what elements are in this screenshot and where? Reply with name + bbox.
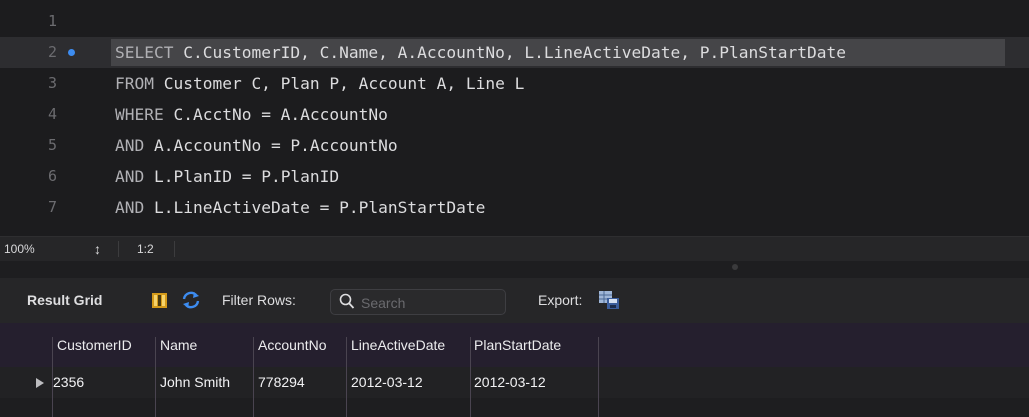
code-text: WHERE C.AcctNo = A.AccountNo — [115, 105, 388, 124]
result-toolbar: Result Grid Filter Rows: Export: — [0, 278, 1029, 323]
line-number: 7 — [47, 198, 57, 216]
column-header-name[interactable]: Name — [160, 323, 197, 367]
search-icon — [339, 293, 355, 315]
editor-line[interactable]: 1 — [0, 6, 1029, 37]
code-text: AND L.LineActiveDate = P.PlanStartDate — [115, 198, 486, 217]
column-divider — [470, 337, 471, 417]
code-text: AND L.PlanID = P.PlanID — [115, 167, 340, 186]
line-number: 4 — [47, 105, 57, 123]
cell-customerid[interactable]: 2356 — [53, 367, 84, 398]
column-divider — [253, 337, 254, 417]
column-header-lineactivedate[interactable]: LineActiveDate — [351, 323, 445, 367]
result-grid[interactable]: CustomerID Name AccountNo LineActiveDate… — [0, 323, 1029, 417]
filter-search-box[interactable] — [330, 289, 506, 315]
line-number: 1 — [47, 12, 57, 30]
cursor-position: 1:2 — [137, 242, 154, 256]
line-number: 6 — [47, 167, 57, 185]
sql-editor[interactable]: 1 2 SELECT C.CustomerID, C.Name, A.Accou… — [0, 0, 1029, 236]
statement-marker-icon — [68, 49, 75, 56]
editor-line[interactable]: 4 WHERE C.AcctNo = A.AccountNo — [0, 99, 1029, 130]
line-number: 2 — [47, 43, 57, 61]
zoom-level[interactable]: 100% — [4, 237, 35, 261]
line-number: 5 — [47, 136, 57, 154]
cell-planstartdate[interactable]: 2012-03-12 — [474, 367, 546, 398]
status-divider — [174, 241, 175, 257]
column-divider — [155, 337, 156, 417]
column-divider — [598, 337, 599, 417]
editor-line[interactable]: 3 FROM Customer C, Plan P, Account A, Li… — [0, 68, 1029, 99]
export-label: Export: — [538, 292, 583, 308]
column-header-planstartdate[interactable]: PlanStartDate — [474, 323, 561, 367]
status-divider — [118, 241, 119, 257]
column-divider — [52, 337, 53, 417]
grid-layout-icon[interactable] — [151, 292, 168, 314]
editor-status-bar: 100% ↕ 1:2 — [0, 236, 1029, 261]
search-input[interactable] — [359, 292, 503, 314]
cell-accountno[interactable]: 778294 — [258, 367, 305, 398]
column-divider — [346, 337, 347, 417]
code-text: FROM Customer C, Plan P, Account A, Line… — [115, 74, 525, 93]
column-header-accountno[interactable]: AccountNo — [258, 323, 326, 367]
filter-rows-label: Filter Rows: — [222, 292, 296, 308]
editor-line-active[interactable]: 2 SELECT C.CustomerID, C.Name, A.Account… — [0, 37, 1029, 68]
cell-lineactivedate[interactable]: 2012-03-12 — [351, 367, 423, 398]
editor-line[interactable]: 6 AND L.PlanID = P.PlanID — [0, 161, 1029, 192]
cell-name[interactable]: John Smith — [160, 367, 230, 398]
editor-line[interactable]: 5 AND A.AccountNo = P.AccountNo — [0, 130, 1029, 161]
pane-splitter[interactable] — [0, 261, 1029, 278]
export-icon[interactable] — [598, 290, 620, 315]
result-grid-label: Result Grid — [27, 292, 103, 308]
refresh-icon[interactable] — [181, 291, 201, 314]
code-text: SELECT C.CustomerID, C.Name, A.AccountNo… — [115, 43, 846, 62]
column-header-customerid[interactable]: CustomerID — [57, 323, 132, 367]
line-number: 3 — [47, 74, 57, 92]
code-text: AND A.AccountNo = P.AccountNo — [115, 136, 398, 155]
editor-line[interactable]: 7 AND L.LineActiveDate = P.PlanStartDate — [0, 192, 1029, 223]
row-pointer-icon — [36, 378, 44, 388]
splitter-handle-icon[interactable] — [732, 264, 738, 270]
zoom-stepper-icon[interactable]: ↕ — [94, 237, 101, 261]
